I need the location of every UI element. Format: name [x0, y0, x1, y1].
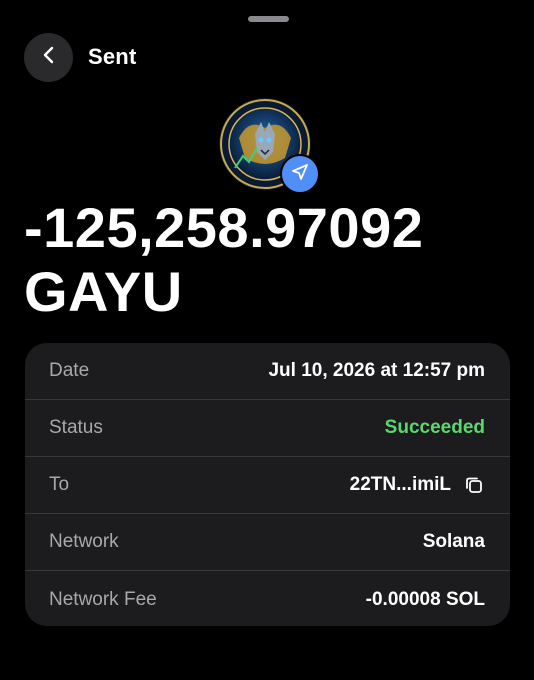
- network-fee-value: -0.00008 SOL: [365, 588, 485, 610]
- detail-row-network: Network Solana: [25, 514, 510, 571]
- amount: -125,258.97092 GAYU: [24, 196, 423, 324]
- date-value: Jul 10, 2026 at 12:57 pm: [268, 360, 485, 381]
- back-button[interactable]: [24, 33, 73, 82]
- amount-value: -125,258.97092: [24, 196, 424, 259]
- recipient-address: 22TN...imiL: [349, 474, 451, 495]
- sent-badge: [280, 154, 320, 194]
- page-title: Sent: [88, 44, 137, 69]
- detail-row-to: To 22TN...imiL: [25, 457, 510, 514]
- status-label: Status: [49, 417, 103, 438]
- network-label: Network: [49, 531, 119, 552]
- network-fee-label: Network Fee: [49, 588, 157, 610]
- transaction-details-card: Date Jul 10, 2026 at 12:57 pm Status Suc…: [25, 343, 510, 626]
- detail-row-date: Date Jul 10, 2026 at 12:57 pm: [25, 343, 510, 400]
- send-arrow-icon: [291, 163, 309, 186]
- network-value: Solana: [422, 531, 485, 552]
- to-label: To: [49, 474, 70, 495]
- status-value: Succeeded: [384, 417, 485, 438]
- date-label: Date: [49, 360, 90, 381]
- chevron-left-icon: [39, 45, 59, 70]
- amount-symbol: GAYU: [24, 260, 183, 323]
- sheet-grabber[interactable]: [248, 16, 289, 22]
- to-value-group: 22TN...imiL: [350, 474, 485, 496]
- detail-row-status: Status Succeeded: [25, 400, 510, 457]
- copy-icon[interactable]: [463, 474, 485, 496]
- detail-row-network-fee: Network Fee -0.00008 SOL: [25, 571, 510, 626]
